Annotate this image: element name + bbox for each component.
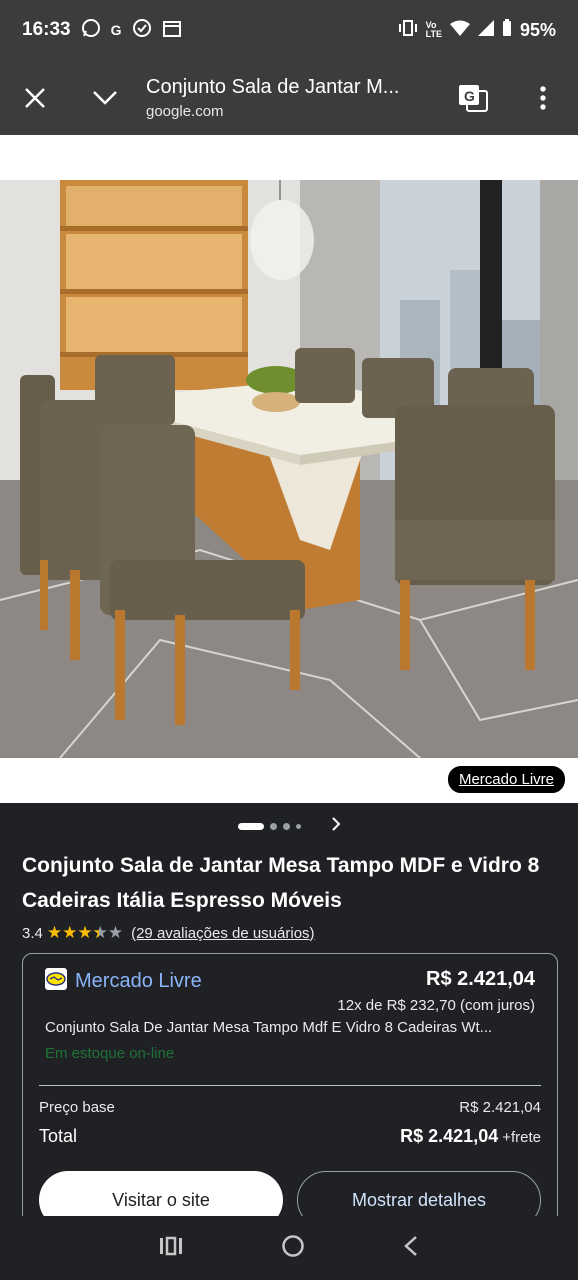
total-label: Total [39,1126,78,1146]
status-time: 16:33 [22,19,71,40]
more-options-button[interactable] [508,60,578,135]
product-image-area: Mercado Livre [0,135,578,803]
next-image-button[interactable] [331,816,341,836]
offer-card: Mercado Livre R$ 2.421,04 12x de R$ 232,… [22,953,558,1253]
pager-dot[interactable] [269,822,277,830]
base-price-row: Preço base R$ 2.421,04 [39,1099,541,1116]
base-price-label: Preço base [39,1099,115,1116]
translate-icon: G [459,84,488,112]
rating-row: 3.4 ★★★★★★ (29 avaliações de usuários) [22,923,315,943]
pager-dot-active[interactable] [237,822,264,830]
close-button[interactable] [0,60,70,135]
merchant[interactable]: Mercado Livre [45,968,202,995]
installments: 12x de R$ 232,70 (com juros) [337,997,535,1014]
page-title: Conjunto Sala de Jantar M... [146,75,400,98]
page-url: google.com [146,102,224,120]
home-button[interactable] [281,1234,305,1263]
collapse-button[interactable] [70,60,140,135]
offer-description: Conjunto Sala De Jantar Mesa Tampo Mdf E… [45,1019,493,1036]
check-circle-icon [132,18,152,43]
signal-icon [477,19,494,41]
base-price-value: R$ 2.421,04 [459,1099,541,1116]
chevron-down-icon [93,90,117,105]
product-title: Conjunto Sala de Jantar Mesa Tampo MDF e… [22,854,540,912]
product-photo[interactable] [0,180,578,758]
chevron-right-icon [331,816,340,831]
recents-button[interactable] [159,1236,183,1261]
page-title-block[interactable]: Conjunto Sala de Jantar M... google.com [140,76,438,120]
recents-icon [160,1236,182,1255]
home-icon [282,1234,304,1257]
g-icon: G [110,22,122,38]
offer-price: R$ 2.421,04 [426,968,535,990]
back-icon [404,1235,417,1256]
svg-text:G: G [464,88,475,104]
whatsapp-icon [81,18,101,43]
total-row: Total R$ 2.421,04 +frete [39,1126,541,1147]
browser-toolbar: Conjunto Sala de Jantar M... google.com … [0,60,578,135]
volte-icon: Vo LTE [425,20,442,39]
source-chip[interactable]: Mercado Livre [446,765,566,794]
reviews-link[interactable]: (29 avaliações de usuários) [131,925,314,942]
merchant-name: Mercado Livre [75,970,202,992]
shipping-note: +frete [502,1129,541,1146]
pager-dot[interactable] [282,822,290,830]
battery-percent: 95% [519,19,556,40]
rating-value: 3.4 [22,924,43,942]
total-value: R$ 2.421,04 [400,1126,499,1146]
translate-button[interactable]: G [438,60,508,135]
vibrate-icon [398,19,418,42]
system-nav-bar [0,1216,578,1280]
more-vert-icon [540,85,546,110]
image-pager [0,815,578,837]
wifi-icon [449,20,470,41]
close-icon [25,87,45,108]
battery-icon [502,18,512,42]
mercado-livre-logo-icon [45,968,67,995]
back-button[interactable] [403,1235,419,1262]
calendar-icon [162,18,182,43]
divider [39,1085,541,1086]
status-bar: 16:33 G Vo LTE 95% [0,0,578,60]
stock-status: Em estoque on-line [45,1045,175,1062]
pager-dot[interactable] [295,823,301,829]
rating-stars: ★★★★★★ [46,923,124,942]
